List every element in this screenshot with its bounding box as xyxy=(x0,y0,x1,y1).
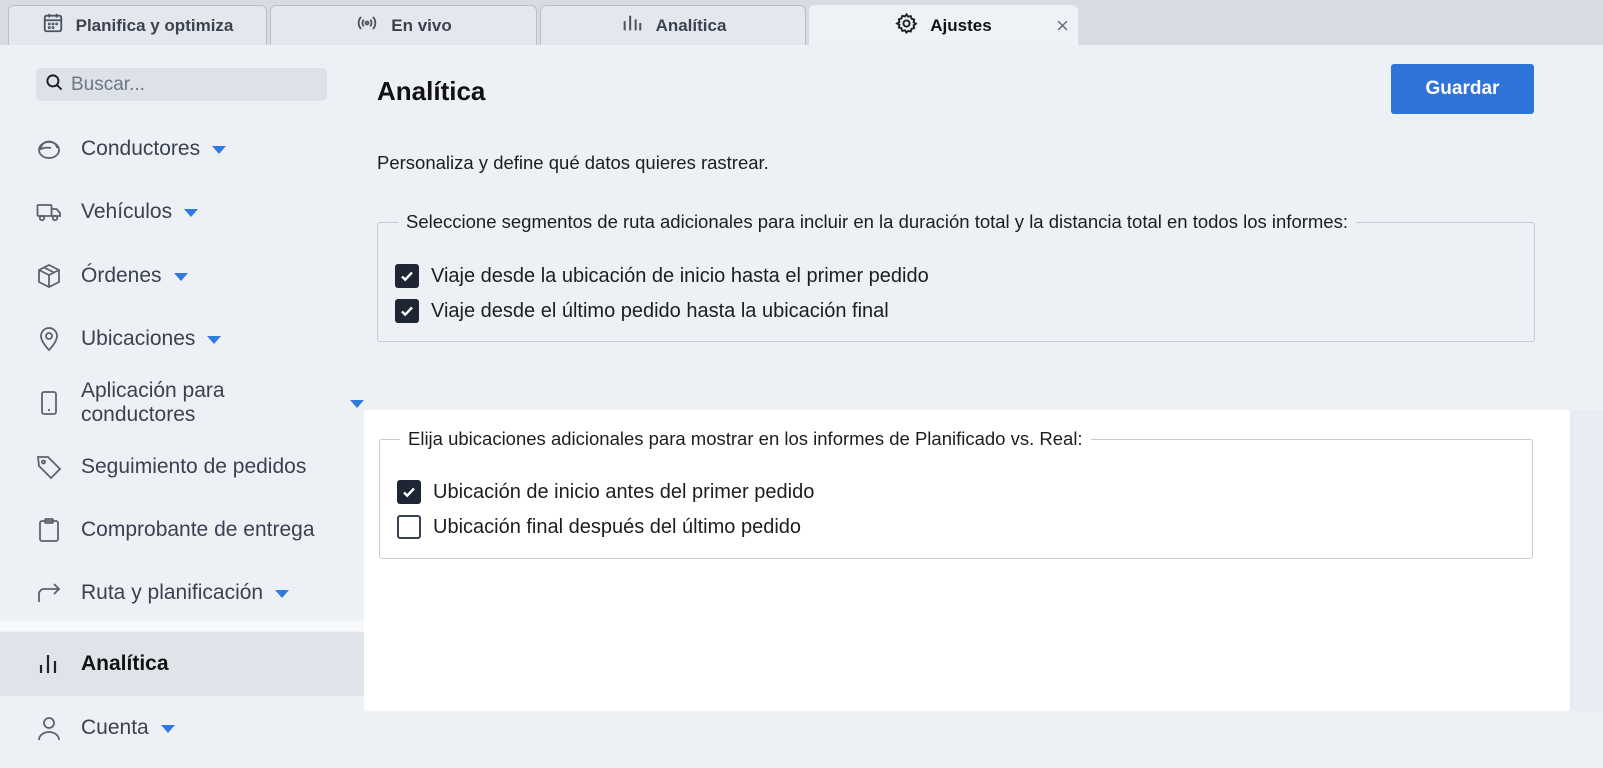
search-input[interactable] xyxy=(71,73,311,96)
checkbox-unchecked[interactable] xyxy=(397,515,421,539)
sidebar-item-ubicaciones[interactable]: Ubicaciones xyxy=(0,307,364,371)
chevron-down-icon xyxy=(212,146,227,154)
chevron-down-icon xyxy=(207,336,222,344)
checkbox-start-location[interactable]: Ubicación de inicio antes del primer ped… xyxy=(397,480,814,504)
sidebar-item-ruta[interactable]: Ruta y planificación xyxy=(0,561,364,625)
sidebar-item-comprobante[interactable]: Comprobante de entrega xyxy=(0,498,364,562)
checkbox-label: Viaje desde la ubicación de inicio hasta… xyxy=(431,264,929,287)
bar-chart-icon xyxy=(620,12,644,39)
main-footer-area xyxy=(364,711,1603,768)
broadcast-icon xyxy=(355,12,379,39)
group-legend: Elija ubicaciones adicionales para mostr… xyxy=(408,428,1083,449)
sidebar-item-label: Seguimiento de pedidos xyxy=(81,455,307,478)
sidebar-item-vehiculos[interactable]: Vehículos xyxy=(0,180,364,244)
chevron-down-icon xyxy=(184,209,199,217)
checkbox-start-to-first[interactable]: Viaje desde la ubicación de inicio hasta… xyxy=(395,264,929,288)
additional-locations-group: Elija ubicaciones adicionales para mostr… xyxy=(379,428,1533,559)
tag-icon xyxy=(36,454,62,480)
close-icon[interactable]: × xyxy=(1056,14,1069,37)
checkbox-label: Ubicación de inicio antes del primer ped… xyxy=(433,480,815,503)
clipboard-icon xyxy=(36,517,62,543)
sidebar-item-conductores[interactable]: Conductores xyxy=(0,117,364,181)
chevron-down-icon xyxy=(160,725,175,733)
sidebar-divider xyxy=(0,621,364,631)
phone-icon xyxy=(36,390,62,416)
sidebar-item-label: Ruta y planificación xyxy=(81,581,264,604)
bar-chart-icon xyxy=(36,651,62,677)
sidebar-item-analitica[interactable]: Analítica xyxy=(0,632,364,696)
checkbox-end-location[interactable]: Ubicación final después del último pedid… xyxy=(397,515,801,539)
sidebar-item-aplicacion[interactable]: Aplicación para conductores xyxy=(0,371,364,435)
search-box xyxy=(36,68,327,101)
sidebar-item-label: Ubicaciones xyxy=(81,327,196,350)
checkbox-checked[interactable] xyxy=(397,480,421,504)
truck-icon xyxy=(36,199,62,225)
tab-ajustes[interactable]: Ajustes × xyxy=(809,5,1078,45)
checkbox-label: Ubicación final después del último pedid… xyxy=(433,515,802,538)
tab-label: En vivo xyxy=(391,15,452,35)
tab-analitica[interactable]: Analítica xyxy=(540,5,806,45)
checkbox-label: Viaje desde el último pedido hasta la ub… xyxy=(431,299,889,322)
sidebar-item-label: Vehículos xyxy=(81,200,173,223)
group-legend: Seleccione segmentos de ruta adicionales… xyxy=(406,211,1348,232)
sidebar-item-label: Aplicación para conductores xyxy=(81,379,225,426)
save-button[interactable]: Guardar xyxy=(1391,64,1534,114)
top-tab-bar: Planifica y optimiza En vivo Analítica A… xyxy=(0,0,1603,45)
sidebar-item-label: Comprobante de entrega xyxy=(81,518,315,541)
checkmark-icon xyxy=(401,271,413,282)
route-segments-group: Seleccione segmentos de ruta adicionales… xyxy=(377,211,1535,342)
tab-label: Analítica xyxy=(655,15,727,35)
sidebar-item-seguimiento[interactable]: Seguimiento de pedidos xyxy=(0,435,364,499)
sidebar-item-label: Analítica xyxy=(81,652,169,675)
sidebar-item-cuenta[interactable]: Cuenta xyxy=(0,696,364,760)
sidebar: Conductores Vehículos Órdenes Ubicacione… xyxy=(0,45,364,768)
sidebar-item-label: Cuenta xyxy=(81,716,149,739)
intro-text: Personaliza y define qué datos quieres r… xyxy=(377,152,769,173)
box-icon xyxy=(36,263,62,289)
checkbox-checked[interactable] xyxy=(395,299,419,323)
route-arrow-icon xyxy=(36,580,62,606)
checkbox-checked[interactable] xyxy=(395,264,419,288)
sidebar-item-label: Conductores xyxy=(81,137,201,160)
tab-label: Ajustes xyxy=(930,15,992,35)
tab-planifica[interactable]: Planifica y optimiza xyxy=(8,5,267,45)
tab-label: Planifica y optimiza xyxy=(75,15,234,35)
chevron-down-icon xyxy=(350,400,364,408)
map-pin-icon xyxy=(36,326,62,352)
checkmark-icon xyxy=(403,487,415,498)
checkmark-icon xyxy=(401,306,413,317)
sidebar-item-label: Órdenes xyxy=(81,264,162,287)
tab-en-vivo[interactable]: En vivo xyxy=(270,5,537,45)
chevron-down-icon xyxy=(173,273,188,281)
calendar-icon xyxy=(42,12,64,39)
user-icon xyxy=(36,715,62,741)
sidebar-item-ordenes[interactable]: Órdenes xyxy=(0,244,364,308)
checkbox-last-to-end[interactable]: Viaje desde el último pedido hasta la ub… xyxy=(395,299,889,323)
page-title: Analítica xyxy=(377,76,486,106)
driver-icon xyxy=(36,136,62,162)
search-icon xyxy=(45,73,64,97)
gear-icon xyxy=(895,12,918,40)
chevron-down-icon xyxy=(275,590,290,598)
